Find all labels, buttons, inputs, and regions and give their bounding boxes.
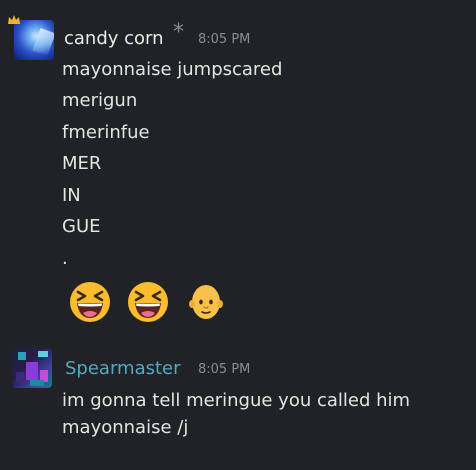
message-line: GUE bbox=[62, 216, 101, 237]
message-line: . bbox=[62, 248, 68, 269]
message-line: IN bbox=[62, 185, 81, 206]
message-line: merigun bbox=[62, 90, 138, 111]
author-name[interactable]: Spearmaster bbox=[65, 358, 181, 380]
author-name[interactable]: candy corn bbox=[64, 28, 164, 50]
avatar-spearmaster[interactable] bbox=[12, 348, 52, 388]
laughing-face-icon[interactable] bbox=[126, 280, 170, 324]
bald-person-icon[interactable] bbox=[184, 280, 228, 324]
star-icon: * bbox=[173, 20, 184, 45]
message-line: mayonnaise jumpscared bbox=[62, 59, 283, 80]
avatar-candy-corn[interactable] bbox=[8, 15, 54, 60]
avatar[interactable] bbox=[14, 20, 54, 60]
laughing-face-icon[interactable] bbox=[68, 280, 112, 324]
message-line: mayonnaise /j bbox=[62, 417, 189, 438]
timestamp[interactable]: 8:05 PM bbox=[198, 362, 250, 378]
crown-icon bbox=[8, 15, 20, 24]
message-line: MER bbox=[62, 153, 102, 174]
message-line: fmerinfue bbox=[62, 122, 150, 143]
avatar[interactable] bbox=[12, 348, 52, 388]
timestamp[interactable]: 8:05 PM bbox=[198, 32, 250, 48]
message-line: im gonna tell meringue you called him bbox=[62, 390, 411, 411]
